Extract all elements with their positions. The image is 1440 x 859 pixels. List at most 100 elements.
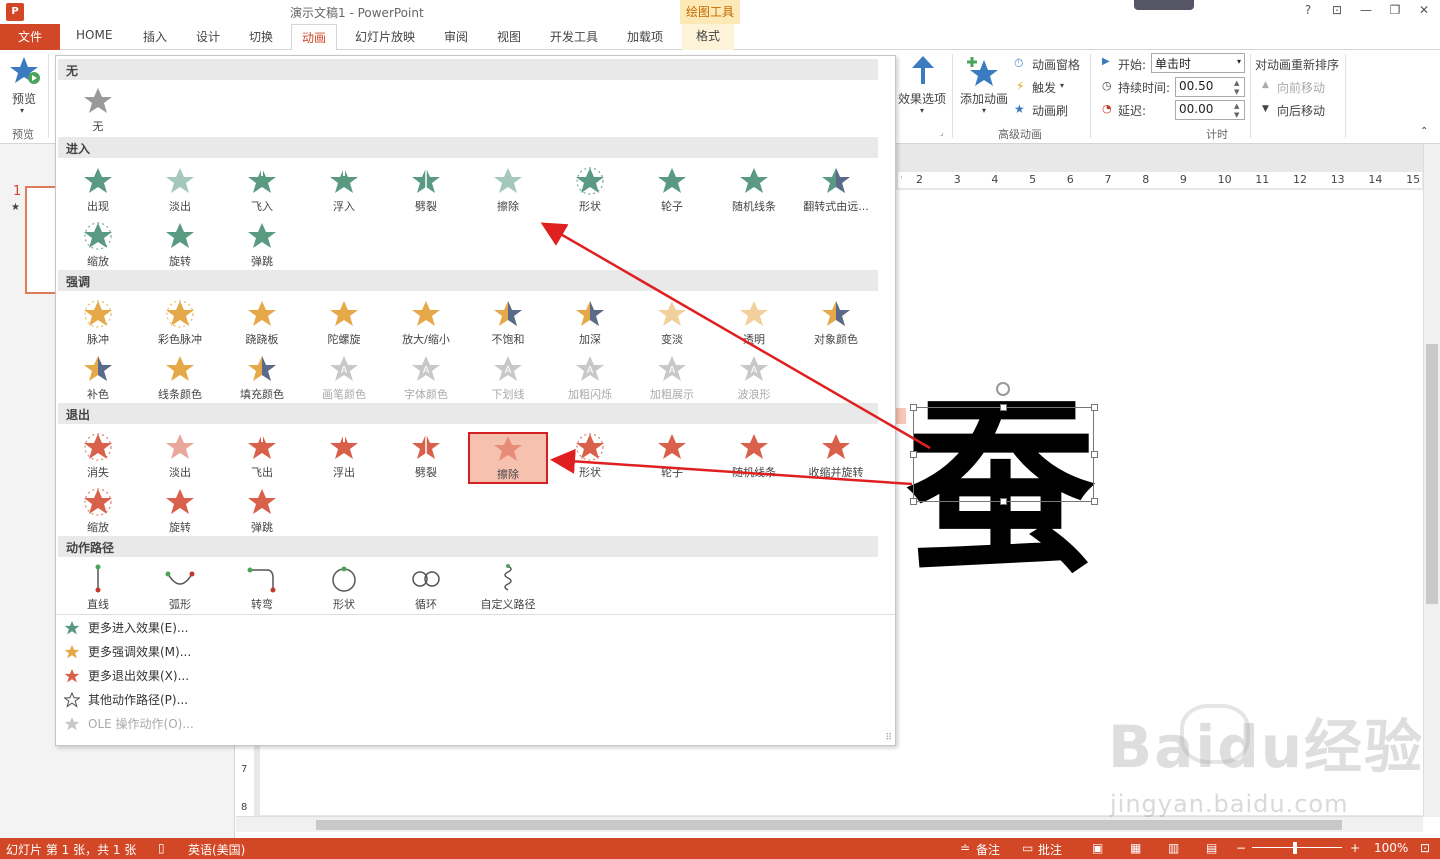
effect-enter-5[interactable]: 擦除 xyxy=(468,166,548,218)
resize-handle[interactable] xyxy=(910,451,917,458)
tab-insert[interactable]: 插入 xyxy=(143,28,167,45)
tab-developer[interactable]: 开发工具 xyxy=(550,28,598,45)
effect-exit-7[interactable]: 轮子 xyxy=(632,432,712,484)
fit-to-window-icon[interactable]: ⊡ xyxy=(1420,841,1430,855)
effect-motion-path-2[interactable]: 转弯 xyxy=(222,564,302,616)
effect-enter-1[interactable]: 淡出 xyxy=(140,166,220,218)
notes-button[interactable]: 备注 xyxy=(976,841,1000,858)
effect-enter-4[interactable]: 劈裂 xyxy=(386,166,466,218)
minimize-icon[interactable]: — xyxy=(1356,3,1376,17)
effect-exit-0[interactable]: 消失 xyxy=(58,432,138,484)
duration-spinner-icon[interactable]: ▲ ▼ xyxy=(1234,79,1239,97)
effect-exit-4[interactable]: 劈裂 xyxy=(386,432,466,484)
resize-handle[interactable] xyxy=(910,404,917,411)
scroll-thumb[interactable] xyxy=(1426,344,1438,604)
more-effects-link-0[interactable]: 更多进入效果(E)... xyxy=(60,617,660,639)
selection-box[interactable] xyxy=(913,407,1094,502)
reading-view-icon[interactable]: ▥ xyxy=(1168,841,1179,855)
effect-emphasis-11[interactable]: 线条颜色 xyxy=(140,354,220,406)
resize-grip-icon[interactable]: ⠿ xyxy=(885,733,892,743)
effect-exit-8[interactable]: 随机线条 xyxy=(714,432,794,484)
zoom-out-icon[interactable]: − xyxy=(1236,841,1246,855)
effect-exit-1[interactable]: 淡出 xyxy=(140,432,220,484)
effect-options-dropdown-icon[interactable]: ▾ xyxy=(920,106,924,115)
effect-enter-10[interactable]: 缩放 xyxy=(58,221,138,273)
trigger-button[interactable]: 触发 xyxy=(1032,79,1056,96)
more-effects-link-2[interactable]: 更多退出效果(X)... xyxy=(60,665,660,687)
zoom-slider[interactable] xyxy=(1252,847,1342,848)
tab-file[interactable]: 文件 xyxy=(0,24,60,50)
effect-emphasis-6[interactable]: 加深 xyxy=(550,299,630,351)
effect-emphasis-12[interactable]: 填充颜色 xyxy=(222,354,302,406)
tab-addins[interactable]: 加载项 xyxy=(627,28,663,45)
effect-enter-12[interactable]: 弹跳 xyxy=(222,221,302,273)
effect-motion-path-3[interactable]: 形状 xyxy=(304,564,384,616)
more-effects-link-3[interactable]: 其他动作路径(P)... xyxy=(60,689,660,711)
add-animation-dropdown-icon[interactable]: ▾ xyxy=(982,106,986,115)
effect-enter-0[interactable]: 出现 xyxy=(58,166,138,218)
ribbon-display-icon[interactable]: ⊡ xyxy=(1327,3,1347,17)
close-icon[interactable]: ✕ xyxy=(1414,3,1434,17)
effect-enter-7[interactable]: 轮子 xyxy=(632,166,712,218)
effect-emphasis-10[interactable]: 补色 xyxy=(58,354,138,406)
move-earlier-button[interactable]: 向前移动 xyxy=(1277,79,1325,96)
language-indicator[interactable]: 英语(美国) xyxy=(188,841,245,858)
zoom-level[interactable]: 100% xyxy=(1374,841,1408,855)
resize-handle[interactable] xyxy=(1091,404,1098,411)
tab-view[interactable]: 视图 xyxy=(497,28,521,45)
more-effects-link-1[interactable]: 更多强调效果(M)... xyxy=(60,641,660,663)
zoom-in-icon[interactable]: + xyxy=(1350,841,1360,855)
help-button[interactable]: ? xyxy=(1298,3,1318,17)
effect-enter-9[interactable]: 翻转式由远... xyxy=(796,166,876,218)
effect-emphasis-4[interactable]: 放大/缩小 xyxy=(386,299,466,351)
preview-button[interactable]: 预览 xyxy=(12,90,36,107)
dialog-launcher-icon[interactable]: ⌟ xyxy=(940,128,944,137)
tab-slideshow[interactable]: 幻灯片放映 xyxy=(355,28,415,45)
effect-enter-3[interactable]: 浮入 xyxy=(304,166,384,218)
effect-enter-2[interactable]: 飞入 xyxy=(222,166,302,218)
slide-sorter-icon[interactable]: ▦ xyxy=(1130,841,1141,855)
tab-design[interactable]: 设计 xyxy=(196,28,220,45)
effect-exit-3[interactable]: 浮出 xyxy=(304,432,384,484)
preview-dropdown-icon[interactable]: ▾ xyxy=(20,106,24,115)
tab-transitions[interactable]: 切换 xyxy=(249,28,273,45)
effect-exit-11[interactable]: 旋转 xyxy=(140,487,220,539)
scroll-thumb[interactable] xyxy=(316,820,1342,830)
horizontal-scrollbar[interactable] xyxy=(236,816,1423,832)
resize-handle[interactable] xyxy=(1000,498,1007,505)
tab-animations[interactable]: 动画 xyxy=(291,24,338,51)
animation-painter-button[interactable]: 动画刷 xyxy=(1032,102,1068,119)
effect-emphasis-0[interactable]: 脉冲 xyxy=(58,299,138,351)
preview-star-icon[interactable] xyxy=(10,56,42,86)
resize-handle[interactable] xyxy=(910,498,917,505)
delay-spinner-icon[interactable]: ▲ ▼ xyxy=(1234,102,1239,120)
tab-home[interactable]: HOME xyxy=(76,28,112,42)
effect-motion-path-4[interactable]: 循环 xyxy=(386,564,466,616)
resize-handle[interactable] xyxy=(1091,451,1098,458)
restore-icon[interactable]: ❐ xyxy=(1385,3,1405,17)
effect-exit-10[interactable]: 缩放 xyxy=(58,487,138,539)
resize-handle[interactable] xyxy=(1091,498,1098,505)
resize-handle[interactable] xyxy=(1000,404,1007,411)
effect-motion-path-1[interactable]: 弧形 xyxy=(140,564,220,616)
effect-exit-6[interactable]: 形状 xyxy=(550,432,630,484)
normal-view-icon[interactable]: ▣ xyxy=(1092,841,1103,855)
effect-emphasis-2[interactable]: 跷跷板 xyxy=(222,299,302,351)
effect-motion-path-0[interactable]: 直线 xyxy=(58,564,138,616)
effect-emphasis-8[interactable]: 透明 xyxy=(714,299,794,351)
move-later-button[interactable]: 向后移动 xyxy=(1277,102,1325,119)
add-animation-icon[interactable] xyxy=(966,56,1000,88)
tab-review[interactable]: 审阅 xyxy=(444,28,468,45)
rotation-handle-icon[interactable] xyxy=(996,382,1010,396)
tab-format[interactable]: 格式 xyxy=(682,24,735,50)
collapse-ribbon-icon[interactable]: ⌃ xyxy=(1420,126,1428,137)
effect-options-button[interactable]: 效果选项 xyxy=(898,90,946,107)
effect-emphasis-3[interactable]: 陀螺旋 xyxy=(304,299,384,351)
comments-button[interactable]: 批注 xyxy=(1038,841,1062,858)
slideshow-icon[interactable]: ▤ xyxy=(1206,841,1217,855)
effect-enter-6[interactable]: 形状 xyxy=(550,166,630,218)
effect-enter-11[interactable]: 旋转 xyxy=(140,221,220,273)
trigger-dropdown-icon[interactable]: ▾ xyxy=(1060,81,1064,90)
spellcheck-icon[interactable]: ▯ xyxy=(158,841,165,855)
effect-none-0[interactable]: 无 xyxy=(58,86,138,138)
